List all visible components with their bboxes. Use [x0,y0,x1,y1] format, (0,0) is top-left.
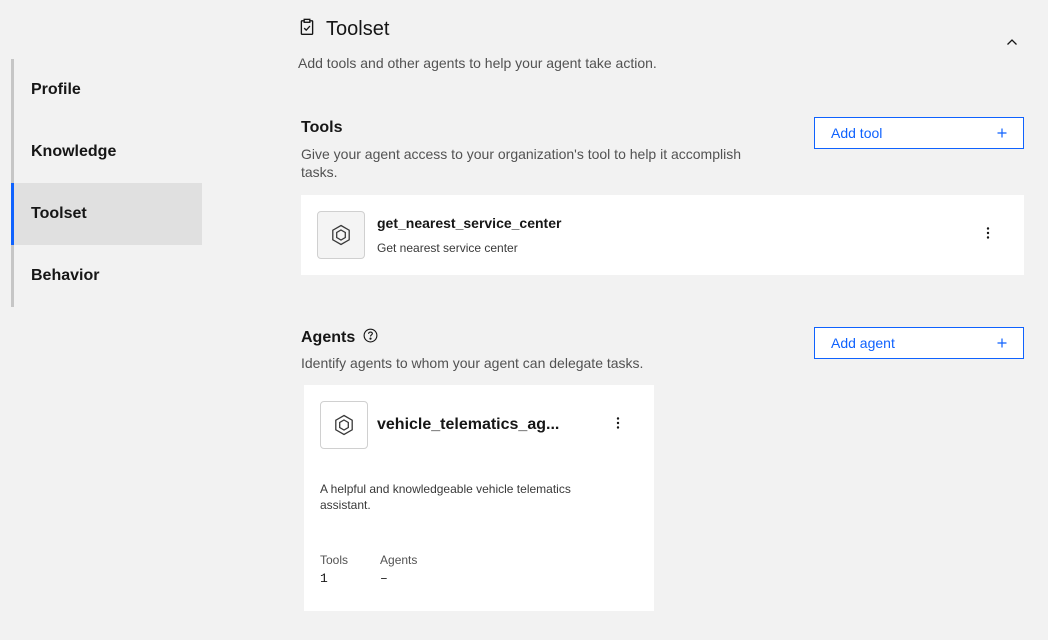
tool-card[interactable]: get_nearest_service_center Get nearest s… [301,195,1024,275]
tool-description: Get nearest service center [377,241,518,255]
tools-section: Tools Give your agent access to your org… [301,119,771,181]
sidebar-item-knowledge[interactable]: Knowledge [14,121,202,183]
overflow-menu-vertical-icon [616,416,620,434]
agent-stats: Tools 1 Agents – [320,553,417,586]
collapse-section-button[interactable] [1002,32,1022,52]
tools-title: Tools [301,119,343,136]
agent-description: A helpful and knowledgeable vehicle tele… [320,482,571,512]
add-tool-button[interactable]: Add tool [814,117,1024,149]
agents-section: Agents Identify agents to whom your agen… [301,328,771,372]
help-circle-icon[interactable] [363,328,378,348]
agent-hexagon-icon [320,401,368,449]
agent-name: vehicle_telematics_ag... [377,416,560,433]
overflow-menu-vertical-icon [986,226,990,244]
chevron-up-icon [1006,33,1018,51]
section-title: Toolset [326,18,390,40]
add-tool-label: Add tool [831,125,883,141]
agent-overflow-menu-button[interactable] [608,415,628,435]
clipboard-check-icon [298,18,316,41]
plus-icon [997,335,1007,351]
tools-description: Give your agent access to your organizat… [301,146,742,180]
sidebar-item-toolset[interactable]: Toolset [11,183,202,245]
sidebar-item-behavior[interactable]: Behavior [14,245,202,307]
tool-hexagon-icon [317,211,365,259]
agents-title: Agents [301,329,356,346]
tool-overflow-menu-button[interactable] [978,225,998,245]
toolset-section-header: Toolset Add tools and other agents to he… [298,18,657,71]
agent-tools-label: Tools [320,553,349,567]
agent-tools-value: 1 [320,571,328,586]
agent-agents-value: – [380,571,388,586]
sidebar-item-profile[interactable]: Profile [14,59,202,121]
add-agent-button[interactable]: Add agent [814,327,1024,359]
add-agent-label: Add agent [831,335,895,351]
section-description: Add tools and other agents to help your … [298,55,657,71]
tool-name: get_nearest_service_center [377,215,562,231]
plus-icon [997,125,1007,141]
agent-card[interactable]: vehicle_telematics_ag... A helpful and k… [304,385,654,611]
agents-description: Identify agents to whom your agent can d… [301,355,644,371]
agent-agents-label: Agents [380,553,418,567]
side-navigation: Profile Knowledge Toolset Behavior [11,59,202,307]
